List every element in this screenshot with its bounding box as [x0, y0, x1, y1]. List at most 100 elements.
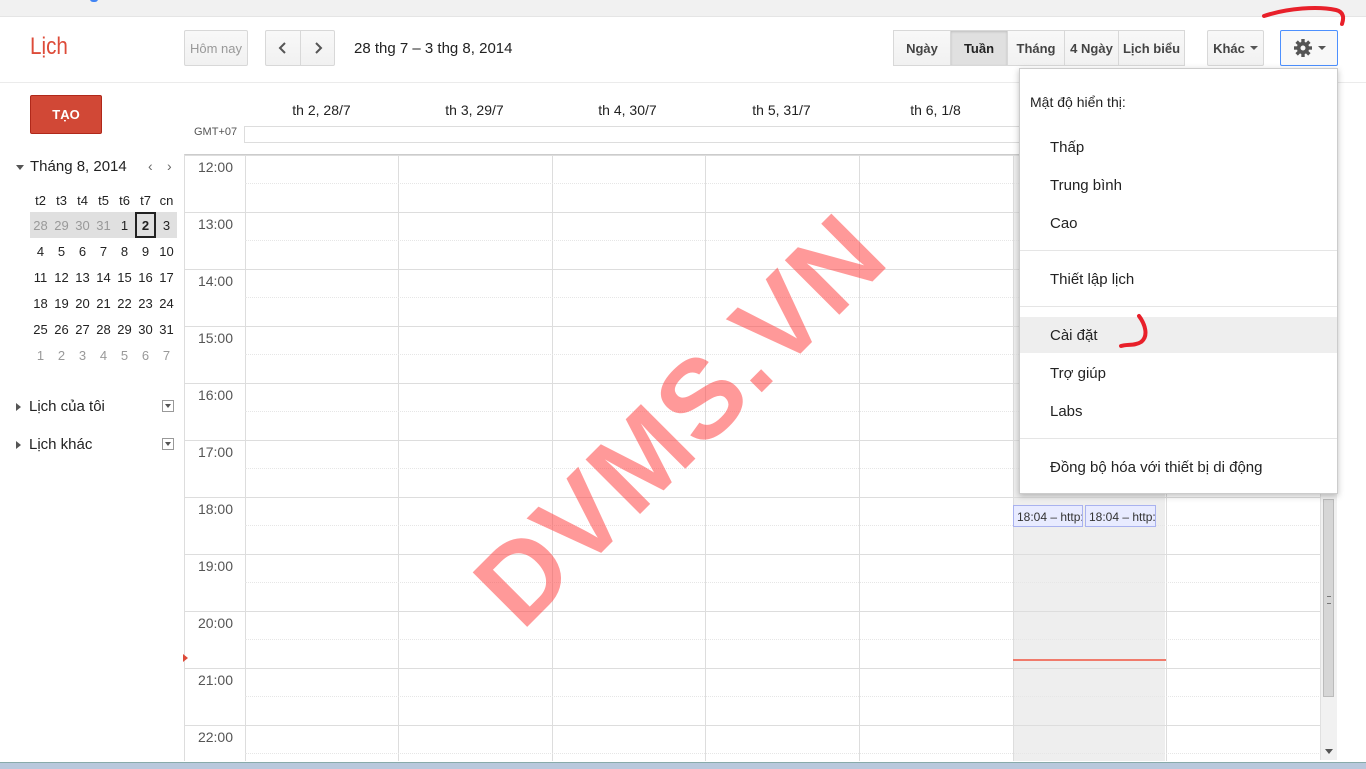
day-header[interactable]: th 2, 28/7 [245, 102, 398, 118]
mini-calendar-day[interactable]: 31 [156, 316, 177, 342]
mini-calendar-prev-button[interactable]: ‹ [148, 158, 153, 174]
scroll-down-arrow-icon[interactable] [1325, 749, 1333, 754]
weekday-label: t7 [140, 192, 151, 208]
today-button[interactable]: Hôm nay [184, 30, 248, 66]
mini-calendar-day[interactable]: 4 [30, 238, 51, 264]
mini-calendar-day[interactable]: 23 [135, 290, 156, 316]
day-header[interactable]: th 3, 29/7 [398, 102, 551, 118]
mini-calendar-day[interactable]: 16 [135, 264, 156, 290]
time-label: 21:00 [197, 672, 233, 688]
weekday-label: t6 [119, 192, 130, 208]
mini-calendar-day[interactable]: 12 [51, 264, 72, 290]
mini-calendar-day[interactable]: 17 [156, 264, 177, 290]
mini-calendar-day[interactable]: 19 [51, 290, 72, 316]
mini-calendar-day[interactable]: 28 [30, 212, 51, 238]
mini-calendar-day[interactable]: 26 [51, 316, 72, 342]
day-header[interactable]: th 5, 31/7 [705, 102, 858, 118]
mini-calendar-day[interactable]: 7 [93, 238, 114, 264]
mini-calendar-day[interactable]: 4 [93, 342, 114, 368]
hour-line [185, 668, 1321, 669]
mini-calendar-day[interactable]: 8 [114, 238, 135, 264]
next-week-button[interactable] [300, 30, 335, 66]
mini-calendar-day[interactable]: 6 [135, 342, 156, 368]
menu-item-labs[interactable]: Labs [1020, 393, 1337, 429]
app-title: Lịch [30, 33, 68, 60]
menu-item-density-high[interactable]: Cao [1020, 205, 1337, 241]
menu-divider [1020, 438, 1337, 439]
mini-calendar-day[interactable]: 13 [72, 264, 93, 290]
mini-calendar-day[interactable]: 22 [114, 290, 135, 316]
more-button[interactable]: Khác [1207, 30, 1264, 66]
day-header[interactable]: th 6, 1/8 [859, 102, 1012, 118]
day-header[interactable]: th 4, 30/7 [551, 102, 704, 118]
mini-calendar-day[interactable]: 31 [93, 212, 114, 238]
prev-week-button[interactable] [265, 30, 301, 66]
hour-line [185, 497, 1321, 498]
mini-calendar-day[interactable]: 28 [93, 316, 114, 342]
time-label: 17:00 [197, 444, 233, 460]
mini-calendar-day[interactable]: 1 [114, 212, 135, 238]
menu-item-help[interactable]: Trợ giúp [1020, 355, 1337, 391]
mini-calendar-day[interactable]: 18 [30, 290, 51, 316]
settings-dropdown-menu: Mật độ hiển thị: Thấp Trung bình Cao Thi… [1019, 68, 1338, 494]
view-day-button[interactable]: Ngày [893, 30, 951, 66]
mini-calendar-day[interactable]: 5 [51, 238, 72, 264]
view-month-button[interactable]: Tháng [1007, 30, 1065, 66]
current-time-marker-icon [183, 654, 188, 662]
menu-item-mobile-sync[interactable]: Đồng bộ hóa với thiết bị di động [1020, 449, 1337, 485]
mini-calendar-day[interactable]: 25 [30, 316, 51, 342]
menu-item-density-low[interactable]: Thấp [1020, 129, 1337, 165]
menu-divider [1020, 250, 1337, 251]
mini-calendar-day[interactable]: 5 [114, 342, 135, 368]
time-label: 13:00 [197, 216, 233, 232]
create-event-button[interactable]: TẠO [30, 95, 102, 134]
other-calendars-section[interactable]: Lịch khác [16, 436, 92, 453]
other-calendars-label: Lịch khác [29, 436, 93, 453]
calendar-event[interactable]: 18:04 – http:/ [1013, 505, 1083, 527]
mini-calendar-day[interactable]: 30 [135, 316, 156, 342]
scrollbar-thumb[interactable] [1323, 499, 1334, 697]
hour-line [185, 725, 1321, 726]
mini-calendar-day[interactable]: 2 [51, 342, 72, 368]
grid-divider [705, 155, 706, 761]
view-agenda-button[interactable]: Lịch biểu [1118, 30, 1185, 66]
menu-item-settings[interactable]: Cài đặt [1020, 317, 1337, 353]
mini-calendar-day[interactable]: 14 [93, 264, 114, 290]
my-calendars-section[interactable]: Lịch của tôi [16, 398, 105, 415]
mini-calendar-day[interactable]: 9 [135, 238, 156, 264]
mini-calendar-day[interactable]: 29 [51, 212, 72, 238]
mini-calendar-day[interactable]: 6 [72, 238, 93, 264]
mini-calendar-today[interactable]: 2 [135, 212, 156, 238]
mini-calendar-next-button[interactable]: › [167, 158, 172, 174]
mini-calendar-day[interactable]: 3 [72, 342, 93, 368]
mini-calendar-day[interactable]: 24 [156, 290, 177, 316]
menu-item-calendar-settings[interactable]: Thiết lập lịch [1020, 261, 1337, 297]
mini-calendar-day[interactable]: 30 [72, 212, 93, 238]
time-label: 14:00 [197, 273, 233, 289]
view-week-button[interactable]: Tuần [950, 30, 1008, 66]
view-4days-button[interactable]: 4 Ngày [1064, 30, 1119, 66]
mini-calendar-day[interactable]: 20 [72, 290, 93, 316]
mini-calendar-day[interactable]: 10 [156, 238, 177, 264]
menu-item-density-medium[interactable]: Trung bình [1020, 167, 1337, 203]
calendar-event[interactable]: 18:04 – http:/ [1085, 505, 1156, 527]
my-calendars-dropdown-icon[interactable] [162, 400, 174, 412]
density-header: Mật độ hiển thị: [1030, 94, 1126, 110]
mini-calendar-header[interactable]: Tháng 8, 2014 [16, 158, 127, 175]
half-hour-line [245, 525, 1321, 526]
mini-calendar-day[interactable]: 27 [72, 316, 93, 342]
mini-calendar-day[interactable]: 11 [30, 264, 51, 290]
mini-calendar-day[interactable]: 7 [156, 342, 177, 368]
mini-calendar-day[interactable]: 21 [93, 290, 114, 316]
collapse-triangle-icon [16, 164, 24, 170]
mini-calendar-day[interactable]: 29 [114, 316, 135, 342]
mini-calendar-day[interactable]: 3 [156, 212, 177, 238]
time-label: 20:00 [197, 615, 233, 631]
menu-divider [1020, 306, 1337, 307]
other-calendars-dropdown-icon[interactable] [162, 438, 174, 450]
mini-calendar-day[interactable]: 15 [114, 264, 135, 290]
mini-calendar-day[interactable]: 1 [30, 342, 51, 368]
settings-gear-button[interactable] [1280, 30, 1338, 66]
mini-calendar-month: Tháng 8, 2014 [30, 158, 127, 175]
time-label: 12:00 [197, 159, 233, 175]
